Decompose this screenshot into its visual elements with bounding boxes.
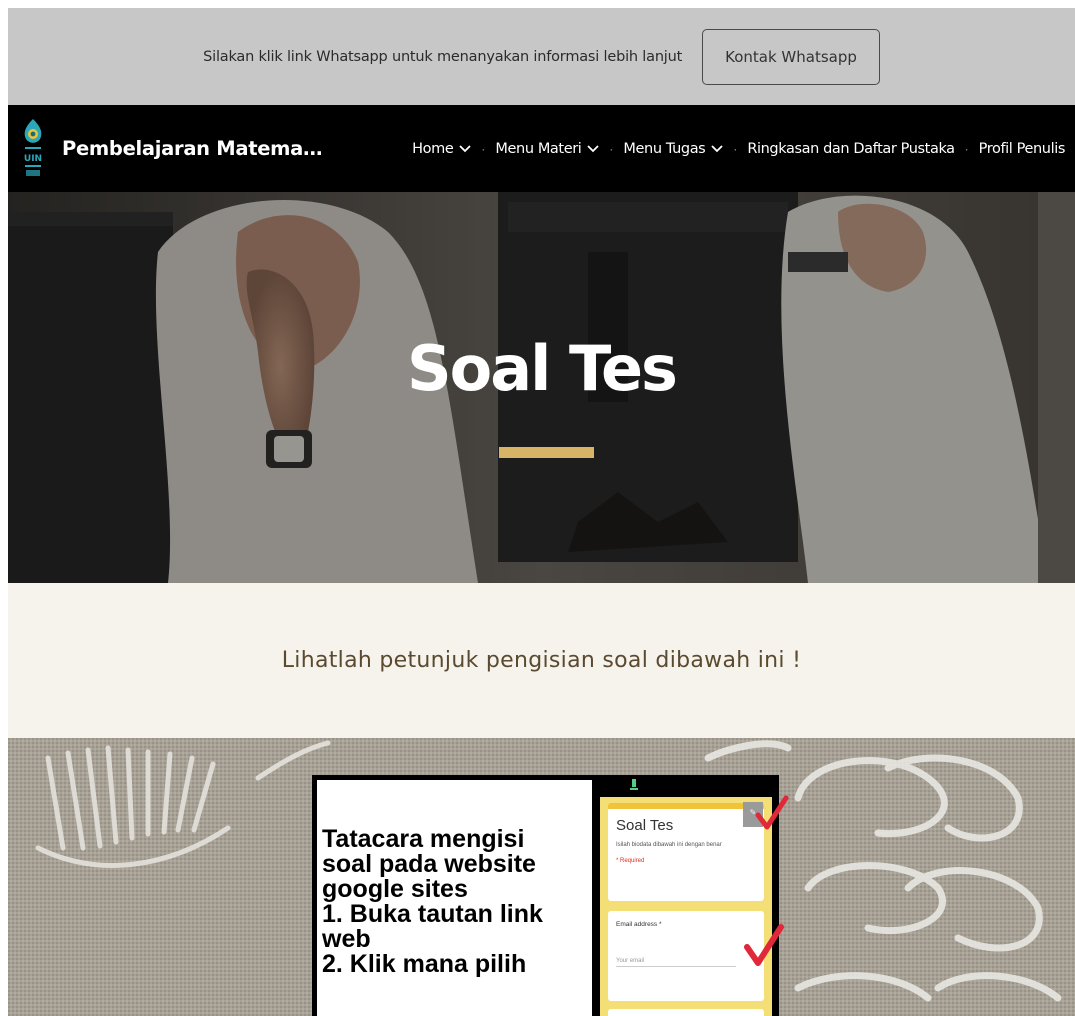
form-title: Soal Tes xyxy=(616,817,674,834)
site-logo[interactable]: UIN xyxy=(18,117,48,181)
uin-logo-icon: UIN xyxy=(24,118,42,176)
whatsapp-contact-button[interactable]: Kontak Whatsapp xyxy=(702,28,880,85)
nav-item-menu-tugas[interactable]: Menu Tugas xyxy=(623,141,723,157)
page: Silakan klik link Whatsapp untuk menanya… xyxy=(8,8,1075,1016)
nav-separator: · xyxy=(964,141,969,156)
tutorial-line: 2. Klik mana pilih xyxy=(322,950,527,978)
announcement-bar: Silakan klik link Whatsapp untuk menanya… xyxy=(8,8,1075,105)
chevron-down-icon xyxy=(711,144,723,152)
nav-item-ringkasan[interactable]: Ringkasan dan Daftar Pustaka xyxy=(747,140,955,157)
nav-item-label: Menu Materi xyxy=(495,140,582,157)
form-email-input: Your email xyxy=(616,958,736,967)
nav-separator: · xyxy=(481,141,486,156)
tutorial-section: Tatacara mengisi soal pada website googl… xyxy=(8,738,1075,1016)
instruction-text: Lihatlah petunjuk pengisian soal dibawah… xyxy=(281,648,802,673)
form-preview: Soal Tes Isilah biodata dibawah ini deng… xyxy=(600,797,772,1016)
nav-item-label: Ringkasan dan Daftar Pustaka xyxy=(747,140,955,157)
nav-separator: · xyxy=(609,141,614,156)
form-header-card: Soal Tes Isilah biodata dibawah ini deng… xyxy=(608,803,764,901)
site-title[interactable]: Pembelajaran Matema… xyxy=(62,137,323,160)
nav-menu: Home · Menu Materi · Menu Tugas · Ringka… xyxy=(412,105,1065,192)
nav-item-profil-penulis[interactable]: Profil Penulis xyxy=(978,140,1066,157)
nav-separator: · xyxy=(733,141,738,156)
chevron-down-icon xyxy=(459,144,472,152)
title-underline xyxy=(499,447,594,458)
logo-text: UIN xyxy=(24,154,42,164)
main-nav: UIN Pembelajaran Matema… Home · Menu Mat… xyxy=(8,105,1075,192)
page-title: Soal Tes xyxy=(407,332,678,405)
tutorial-line: google sites xyxy=(322,875,468,903)
check-mark-icon xyxy=(744,924,784,966)
nav-item-menu-materi[interactable]: Menu Materi xyxy=(495,140,600,157)
chevron-down-icon xyxy=(587,144,600,152)
form-required-note: * Required xyxy=(616,858,645,864)
hero-banner: Soal Tes xyxy=(8,192,1075,583)
nav-item-label: Menu Tugas xyxy=(623,140,706,157)
nav-item-label: Home xyxy=(412,140,454,157)
check-mark-icon xyxy=(755,795,789,830)
tutorial-line: web xyxy=(322,925,371,953)
form-question-label: Email address * xyxy=(616,921,662,928)
form-next-card xyxy=(608,1009,764,1016)
phone-status-icon xyxy=(630,779,638,790)
announcement-text: Silakan klik link Whatsapp untuk menanya… xyxy=(203,48,683,65)
tutorial-steps: Tatacara mengisi soal pada website googl… xyxy=(322,827,587,977)
tutorial-image: Tatacara mengisi soal pada website googl… xyxy=(312,775,789,1016)
tutorial-line: Tatacara mengisi xyxy=(322,825,525,853)
instruction-section: Lihatlah petunjuk pengisian soal dibawah… xyxy=(8,583,1075,738)
nav-item-home[interactable]: Home xyxy=(412,140,472,157)
tutorial-line: soal pada website xyxy=(322,850,536,878)
form-description: Isilah biodata dibawah ini dengan benar xyxy=(616,842,722,848)
tutorial-instructions-panel: Tatacara mengisi soal pada website googl… xyxy=(317,780,592,1016)
nav-item-label: Profil Penulis xyxy=(978,140,1066,157)
form-question-card: Email address * Your email xyxy=(608,911,764,1001)
tutorial-line: 1. Buka tautan link xyxy=(322,900,543,928)
